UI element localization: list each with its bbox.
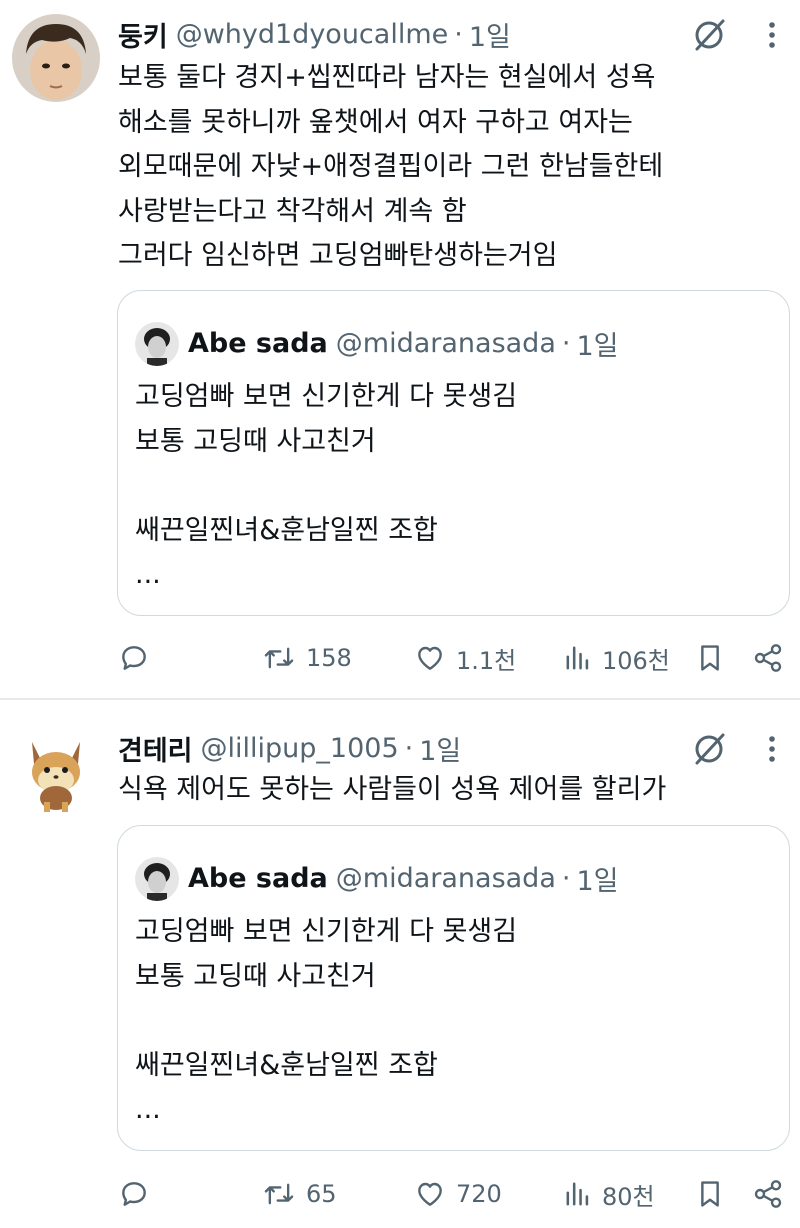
- post[interactable]: 둥키 @whyd1dyoucallme · 1일 보통 둘다 경지+씹찐따라 남…: [0, 0, 800, 698]
- author-name[interactable]: 둥키: [118, 15, 168, 54]
- share-button[interactable]: [752, 1174, 784, 1214]
- share-icon: [752, 1178, 784, 1210]
- post-time[interactable]: 1일: [469, 15, 511, 54]
- quoted-post[interactable]: Abe sada @midaranasada · 1일 고딩엄빠 보면 신기한게…: [117, 290, 790, 616]
- reply-icon: [118, 642, 150, 674]
- quote-text: 고딩엄빠 보면 신기한게 다 못생김 보통 고딩때 사고친거 쌔끈일찐녀&훈남일…: [135, 916, 518, 1125]
- bookmark-icon: [696, 642, 724, 674]
- quoted-post[interactable]: Abe sada @midaranasada · 1일 고딩엄빠 보면 신기한게…: [117, 825, 790, 1151]
- like-count: 720: [456, 1180, 502, 1208]
- repost-count: 65: [306, 1180, 337, 1208]
- quote-author-handle: @midaranasada: [335, 327, 556, 359]
- like-count: 1.1천: [456, 646, 517, 675]
- author-name[interactable]: 견테리: [118, 729, 193, 768]
- bookmark-icon: [696, 1178, 724, 1210]
- bookmark-button[interactable]: [696, 1174, 724, 1214]
- like-icon: [414, 1178, 446, 1210]
- share-icon: [752, 642, 784, 674]
- reply-button[interactable]: [118, 1174, 160, 1214]
- quote-avatar: [135, 322, 179, 366]
- views-icon: [564, 642, 592, 674]
- quote-time: 1일: [576, 330, 619, 362]
- separator: ·: [561, 327, 571, 359]
- action-bar: 158 1.1천 106천: [0, 638, 800, 678]
- avatar[interactable]: [12, 728, 100, 816]
- repost-icon: [262, 1178, 296, 1210]
- post-text: 보통 둘다 경지+씹찐따라 남자는 현실에서 성욕 해소를 못하니까 옾챗에서 …: [118, 62, 664, 271]
- reply-button[interactable]: [118, 638, 160, 678]
- quote-header: Abe sada @midaranasada · 1일: [188, 858, 619, 898]
- post-text: 식욕 제어도 못하는 사람들이 성욕 제어를 할리가: [118, 774, 667, 805]
- quote-author-handle: @midaranasada: [335, 862, 556, 894]
- views-button[interactable]: 80천: [564, 1174, 655, 1214]
- post-header: 견테리 @lillipup_1005 · 1일: [118, 728, 461, 768]
- reply-icon: [118, 1178, 150, 1210]
- quote-avatar: [135, 857, 179, 901]
- like-button[interactable]: 1.1천: [414, 638, 516, 678]
- separator: ·: [561, 862, 571, 894]
- repost-button[interactable]: 65: [262, 1174, 337, 1214]
- like-button[interactable]: 720: [414, 1174, 502, 1214]
- quote-time: 1일: [576, 865, 619, 897]
- more-icon[interactable]: [764, 16, 780, 54]
- quote-author-name: Abe sada: [188, 327, 328, 359]
- quote-header: Abe sada @midaranasada · 1일: [188, 323, 619, 363]
- quote-author-name: Abe sada: [188, 862, 328, 894]
- views-button[interactable]: 106천: [564, 638, 670, 678]
- repost-button[interactable]: 158: [262, 638, 352, 678]
- repost-icon: [262, 642, 296, 674]
- bookmark-button[interactable]: [696, 638, 724, 678]
- share-button[interactable]: [752, 638, 784, 678]
- separator: ·: [454, 18, 463, 50]
- like-icon: [414, 642, 446, 674]
- views-count: 80천: [602, 1182, 655, 1211]
- quote-text: 고딩엄빠 보면 신기한게 다 못생김 보통 고딩때 사고친거 쌔끈일찐녀&훈남일…: [135, 381, 518, 590]
- post-time[interactable]: 1일: [419, 729, 461, 768]
- action-bar: 65 720 80천: [0, 1174, 800, 1214]
- views-count: 106천: [602, 646, 670, 675]
- author-handle[interactable]: @lillipup_1005: [201, 733, 399, 764]
- grok-icon[interactable]: [690, 16, 728, 54]
- more-icon[interactable]: [764, 730, 780, 768]
- repost-count: 158: [306, 644, 352, 672]
- separator: ·: [404, 732, 414, 764]
- post[interactable]: 견테리 @lillipup_1005 · 1일 식욕 제어도 못하는 사람들이 …: [0, 700, 800, 1228]
- author-handle[interactable]: @whyd1dyoucallme: [176, 19, 449, 50]
- avatar[interactable]: [12, 14, 100, 102]
- views-icon: [564, 1178, 592, 1210]
- post-header: 둥키 @whyd1dyoucallme · 1일: [118, 14, 511, 54]
- grok-icon[interactable]: [690, 730, 728, 768]
